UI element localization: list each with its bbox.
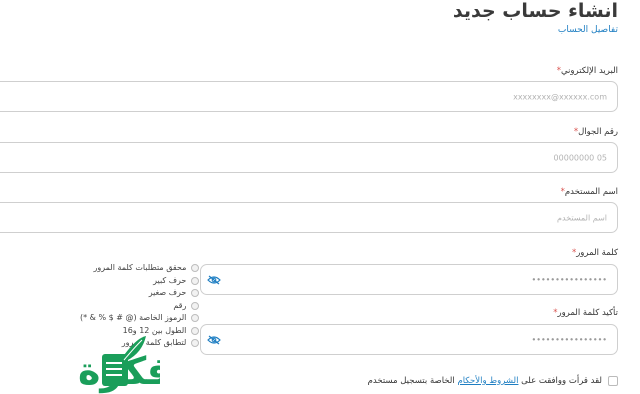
terms-link[interactable]: الشروط والأحكام [457,376,518,386]
eye-slash-icon[interactable] [207,275,221,285]
username-field[interactable]: اسم المستخدم [0,202,618,233]
confirm-password-label: تأكيد كلمة المرور* [553,308,618,318]
phone-placeholder: 05 00000000 [553,153,607,162]
page-title: انشاء حساب جديد [452,0,618,22]
requirement-item: محقق متطلبات كلمة المرور [80,262,200,275]
terms-checkbox[interactable] [608,376,618,386]
fikra-logo: فكرة [78,336,160,393]
password-label: كلمة المرور* [571,248,618,258]
requirement-item: حرف صغير [80,287,200,300]
phone-label: رقم الجوال* [573,127,618,137]
eye-slash-icon[interactable] [207,335,221,345]
requirement-item: رقم [80,300,200,313]
requirement-item: الرموز الخاصة (@ # $ % & *) [80,312,200,325]
password-placeholder: •••••••••••••••• [531,275,608,284]
requirement-item: حرف كبير [80,275,200,288]
username-label: اسم المستخدم* [560,187,618,197]
account-details-link[interactable]: تفاصيل الحساب [558,25,618,35]
terms-agreement: لقد قرأت ووافقت على الشروط والأحكام الخا… [368,376,618,386]
confirm-password-field[interactable]: •••••••••••••••• [200,324,618,355]
email-field[interactable]: xxxxxxxx@xxxxxx.com [0,81,618,112]
email-label: البريد الإلكتروني* [556,66,618,76]
email-placeholder: xxxxxxxx@xxxxxx.com [513,92,607,101]
password-field[interactable]: •••••••••••••••• [200,264,618,295]
username-placeholder: اسم المستخدم [557,213,607,222]
confirm-password-placeholder: •••••••••••••••• [531,335,608,344]
phone-field[interactable]: 05 00000000 [0,142,618,173]
